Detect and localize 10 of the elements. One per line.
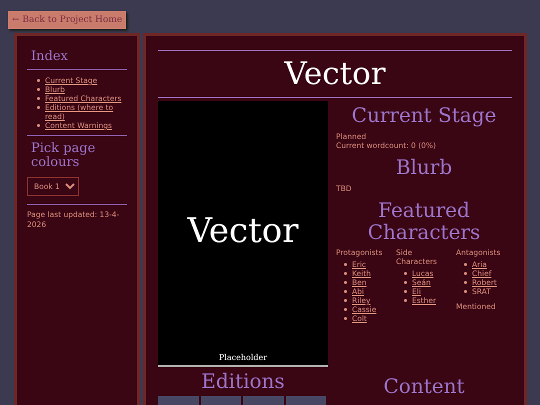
section-heading: Blurb	[394, 156, 454, 178]
editions-heading: Editions	[200, 370, 286, 392]
section-heading: Featured Characters	[366, 199, 482, 243]
cover-title: Vector	[188, 211, 298, 251]
section-heading: Current Stage	[350, 104, 498, 126]
page-title: Vector	[283, 55, 387, 94]
index-heading: Index	[30, 48, 69, 66]
colours-heading: Pick page colours	[30, 140, 96, 172]
cover-caption: Placeholder	[218, 353, 268, 362]
section-heading: Content	[382, 375, 466, 397]
